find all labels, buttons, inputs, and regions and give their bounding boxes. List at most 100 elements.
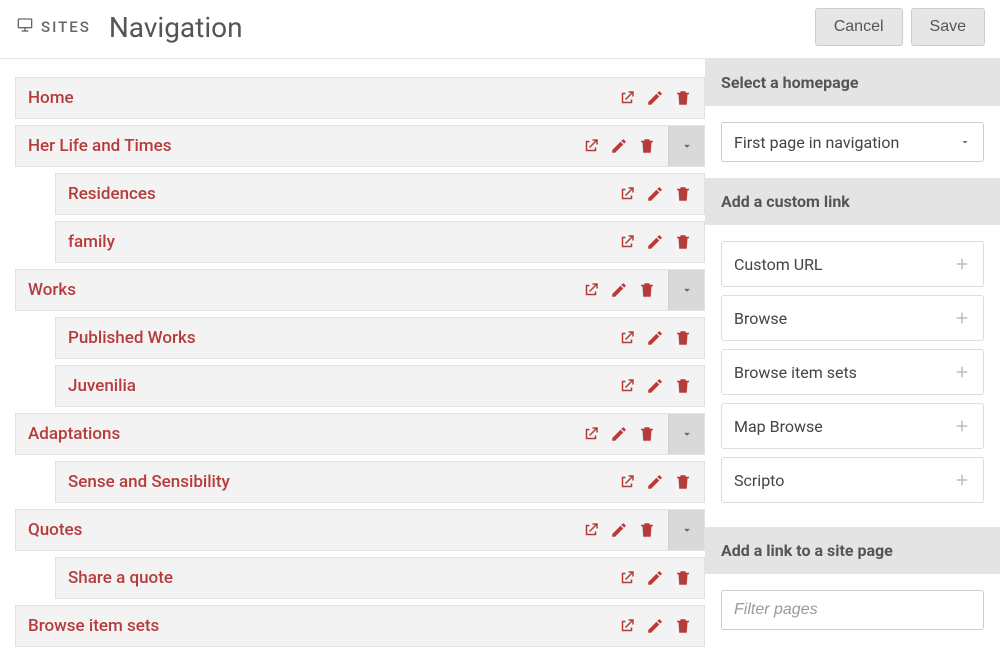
- plus-icon: [953, 471, 971, 489]
- nav-row[interactable]: Adaptations: [15, 413, 705, 455]
- plus-icon: [953, 255, 971, 273]
- nav-item-actions: [616, 615, 704, 637]
- nav-row[interactable]: Sense and Sensibility: [55, 461, 705, 503]
- nav-row[interactable]: Published Works: [55, 317, 705, 359]
- edit-icon[interactable]: [608, 519, 630, 541]
- nav-item-label: Browse item sets: [16, 616, 616, 636]
- edit-icon[interactable]: [644, 183, 666, 205]
- edit-icon[interactable]: [644, 615, 666, 637]
- add-link-option[interactable]: Custom URL: [721, 241, 984, 287]
- nav-item-label: Residences: [56, 184, 616, 204]
- nav-row[interactable]: Quotes: [15, 509, 705, 551]
- add-link-option[interactable]: Map Browse: [721, 403, 984, 449]
- external-link-icon[interactable]: [616, 471, 638, 493]
- nav-item-label: Sense and Sensibility: [56, 472, 616, 492]
- nav-item-label: Home: [16, 88, 616, 108]
- external-link-icon[interactable]: [580, 135, 602, 157]
- sidebar: Select a homepage First page in navigati…: [705, 59, 1000, 653]
- cancel-button[interactable]: Cancel: [815, 8, 903, 46]
- custom-link-panel-body: Custom URL Browse Browse item sets Map Brow…: [705, 225, 1000, 527]
- filter-pages-input[interactable]: [721, 590, 984, 630]
- delete-icon[interactable]: [636, 279, 658, 301]
- nav-item-actions: [616, 327, 704, 349]
- collapse-toggle[interactable]: [668, 510, 704, 550]
- delete-icon[interactable]: [672, 471, 694, 493]
- nav-row[interactable]: Home: [15, 77, 705, 119]
- homepage-dropdown[interactable]: First page in navigation: [721, 122, 984, 162]
- edit-icon[interactable]: [644, 231, 666, 253]
- nav-item-actions: [580, 423, 668, 445]
- collapse-toggle[interactable]: [668, 270, 704, 310]
- add-link-option[interactable]: Browse: [721, 295, 984, 341]
- custom-link-panel-header: Add a custom link: [705, 178, 1000, 225]
- external-link-icon[interactable]: [616, 231, 638, 253]
- nav-row[interactable]: Share a quote: [55, 557, 705, 599]
- delete-icon[interactable]: [672, 567, 694, 589]
- homepage-panel-header: Select a homepage: [705, 59, 1000, 106]
- external-link-icon[interactable]: [580, 279, 602, 301]
- nav-row[interactable]: Browse item sets: [15, 605, 705, 647]
- nav-item-actions: [580, 135, 668, 157]
- external-link-icon[interactable]: [580, 519, 602, 541]
- site-page-panel-body: [705, 574, 1000, 646]
- edit-icon[interactable]: [608, 423, 630, 445]
- edit-icon[interactable]: [644, 327, 666, 349]
- add-link-option-label: Scripto: [734, 471, 953, 490]
- delete-icon[interactable]: [672, 375, 694, 397]
- nav-row[interactable]: Works: [15, 269, 705, 311]
- edit-icon[interactable]: [644, 375, 666, 397]
- delete-icon[interactable]: [636, 135, 658, 157]
- add-link-option[interactable]: Browse item sets: [721, 349, 984, 395]
- nav-row[interactable]: family: [55, 221, 705, 263]
- nav-item-label: Her Life and Times: [16, 136, 580, 156]
- add-link-option[interactable]: Scripto: [721, 457, 984, 503]
- delete-icon[interactable]: [672, 183, 694, 205]
- edit-icon[interactable]: [644, 567, 666, 589]
- edit-icon[interactable]: [644, 471, 666, 493]
- external-link-icon[interactable]: [616, 375, 638, 397]
- delete-icon[interactable]: [636, 423, 658, 445]
- external-link-icon[interactable]: [580, 423, 602, 445]
- nav-item-label: Published Works: [56, 328, 616, 348]
- nav-item-label: Works: [16, 280, 580, 300]
- nav-item-actions: [616, 231, 704, 253]
- nav-item-label: Quotes: [16, 520, 580, 540]
- delete-icon[interactable]: [672, 87, 694, 109]
- delete-icon[interactable]: [636, 519, 658, 541]
- collapse-toggle[interactable]: [668, 126, 704, 166]
- nav-row[interactable]: Her Life and Times: [15, 125, 705, 167]
- nav-item-label: Juvenilia: [56, 376, 616, 396]
- external-link-icon[interactable]: [616, 183, 638, 205]
- nav-item-actions: [616, 375, 704, 397]
- page-title: Navigation: [109, 11, 243, 44]
- nav-row[interactable]: Residences: [55, 173, 705, 215]
- nav-item-label: Share a quote: [56, 568, 616, 588]
- add-link-option-label: Custom URL: [734, 255, 953, 274]
- nav-item-label: Adaptations: [16, 424, 580, 444]
- delete-icon[interactable]: [672, 327, 694, 349]
- nav-item-label: family: [56, 232, 616, 252]
- delete-icon[interactable]: [672, 615, 694, 637]
- edit-icon[interactable]: [608, 279, 630, 301]
- breadcrumb-sites[interactable]: SITES: [41, 18, 91, 36]
- site-page-panel-header: Add a link to a site page: [705, 527, 1000, 574]
- external-link-icon[interactable]: [616, 567, 638, 589]
- external-link-icon[interactable]: [616, 615, 638, 637]
- add-link-option-label: Map Browse: [734, 417, 953, 436]
- nav-row[interactable]: Juvenilia: [55, 365, 705, 407]
- external-link-icon[interactable]: [616, 327, 638, 349]
- add-link-option-label: Browse item sets: [734, 363, 953, 382]
- collapse-toggle[interactable]: [668, 414, 704, 454]
- nav-item-actions: [580, 519, 668, 541]
- delete-icon[interactable]: [672, 231, 694, 253]
- nav-item-actions: [616, 183, 704, 205]
- nav-item-actions: [616, 567, 704, 589]
- homepage-panel-body: First page in navigation: [705, 106, 1000, 178]
- edit-icon[interactable]: [608, 135, 630, 157]
- save-button[interactable]: Save: [911, 8, 985, 46]
- external-link-icon[interactable]: [616, 87, 638, 109]
- navigation-tree: Home Her Life and Times Residences family Wo…: [0, 59, 705, 653]
- plus-icon: [953, 363, 971, 381]
- edit-icon[interactable]: [644, 87, 666, 109]
- add-link-option-label: Browse: [734, 309, 953, 328]
